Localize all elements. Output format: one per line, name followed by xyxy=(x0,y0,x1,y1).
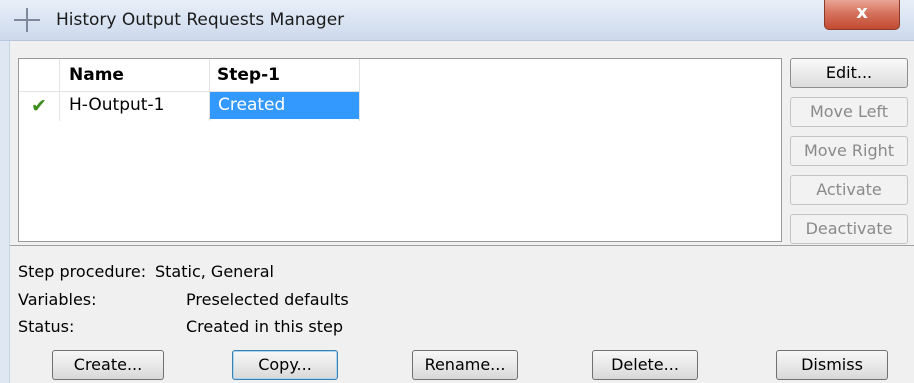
delete-button[interactable]: Delete... xyxy=(592,350,698,380)
variables-label: Variables: xyxy=(18,290,97,309)
status-value: Created in this step xyxy=(186,317,343,336)
activate-button[interactable]: Activate xyxy=(790,175,908,205)
close-icon: x xyxy=(856,2,868,23)
separator xyxy=(10,245,914,246)
copy-button[interactable]: Copy... xyxy=(232,350,338,380)
rename-button[interactable]: Rename... xyxy=(412,350,518,380)
window-frame-left xyxy=(0,41,10,383)
edit-button[interactable]: Edit... xyxy=(790,58,908,88)
column-divider xyxy=(59,59,60,121)
history-output-table[interactable]: Name Step-1 ✔ H-Output-1 Created xyxy=(18,58,782,242)
status-label: Status: xyxy=(18,317,75,336)
close-button[interactable]: x xyxy=(824,0,900,30)
checkmark-icon[interactable]: ✔ xyxy=(31,95,47,117)
window-title: History Output Requests Manager xyxy=(56,10,345,30)
crosshair-icon xyxy=(14,8,40,32)
step-procedure-value: Static, General xyxy=(155,262,274,281)
title-bar: History Output Requests Manager x xyxy=(0,0,914,41)
create-button[interactable]: Create... xyxy=(52,350,164,380)
column-header-step-1[interactable]: Step-1 xyxy=(217,65,280,85)
column-divider xyxy=(359,59,360,121)
column-header-name[interactable]: Name xyxy=(69,65,124,85)
table-row-step-cell[interactable]: Created xyxy=(210,92,359,119)
step-status-text: Created xyxy=(218,95,286,115)
move-right-button[interactable]: Move Right xyxy=(790,136,908,166)
table-row-name-cell[interactable]: H-Output-1 xyxy=(69,95,164,115)
variables-value: Preselected defaults xyxy=(186,290,349,309)
deactivate-button[interactable]: Deactivate xyxy=(790,214,908,244)
dismiss-button[interactable]: Dismiss xyxy=(776,350,888,380)
step-procedure-label: Step procedure: xyxy=(18,262,147,281)
move-left-button[interactable]: Move Left xyxy=(790,97,908,127)
